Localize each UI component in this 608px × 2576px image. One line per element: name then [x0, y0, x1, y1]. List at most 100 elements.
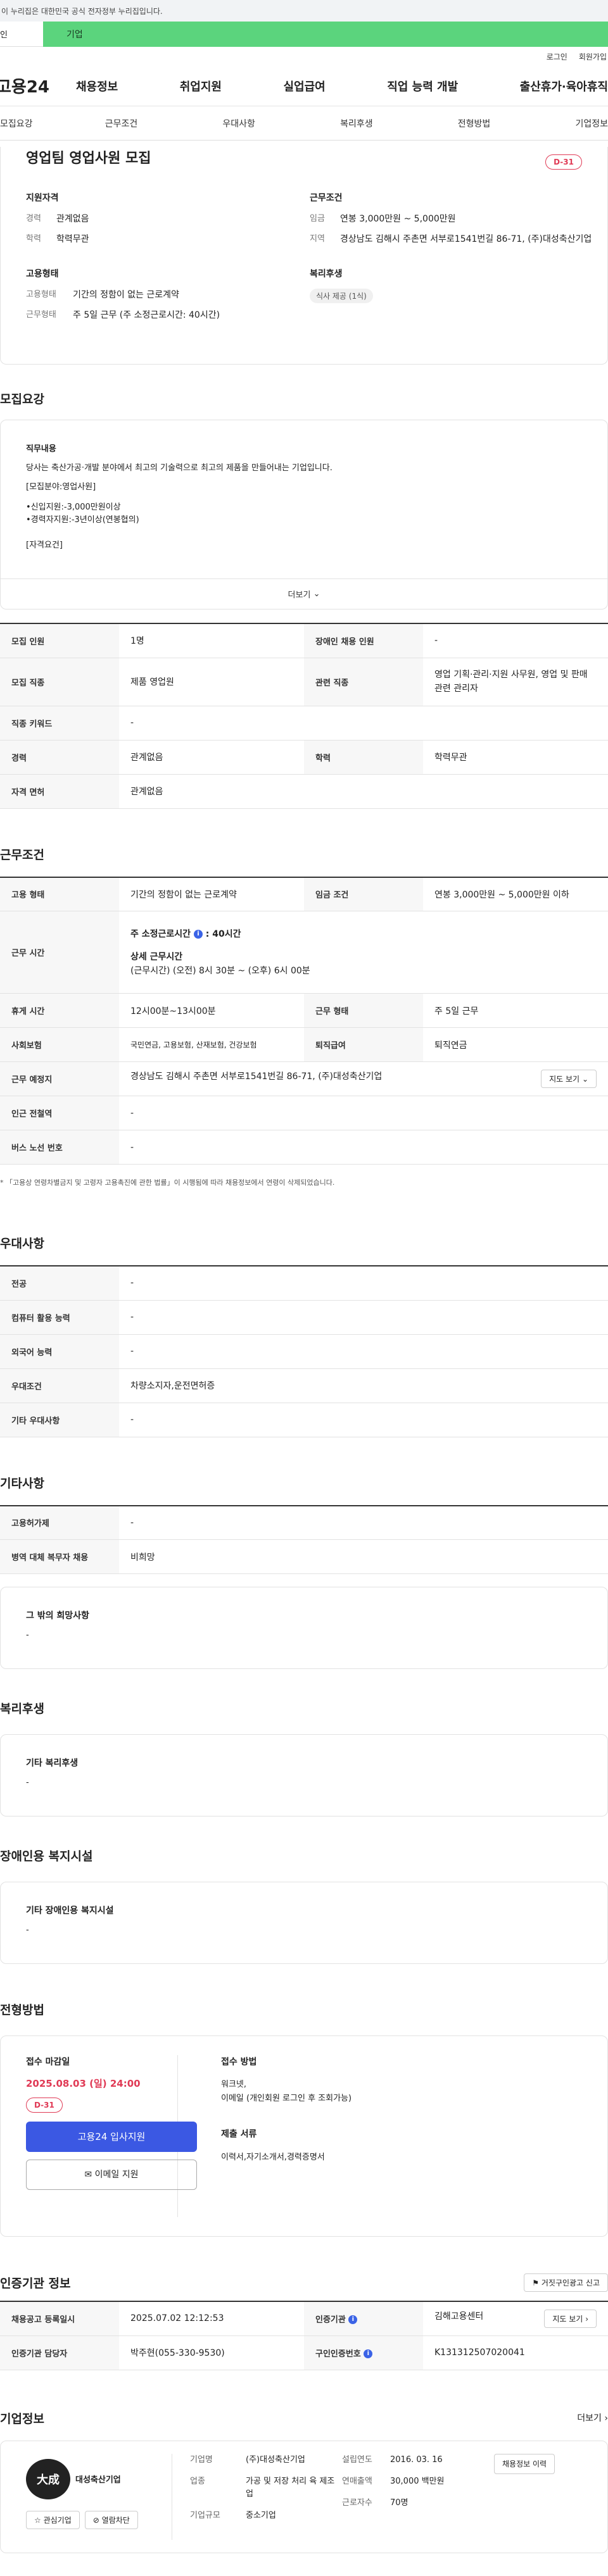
qual-value: 관계없음 — [56, 214, 89, 224]
email-apply-label: 이메일 지원 — [94, 2170, 139, 2180]
pref-table: 전공 - 컴퓨터 활용 능력 - 외국어 능력 - 우대조건 차량소지자,운전면허증 기… — [0, 1265, 608, 1437]
map-button[interactable]: 지도 보기 ⌄ — [541, 1070, 597, 1088]
table-row: 인증기관 담당자 박주현(055-330-9530) 구인인증번호 i K131312… — [0, 2335, 608, 2370]
welfare-box-value: - — [26, 1778, 29, 1787]
disabled-box: 기타 장애인용 복지시설 - — [0, 1882, 608, 1964]
table-row: 근무 시간 주 소정근로시간 i : 40시간 상세 근무시간 (근무시간) (… — [0, 911, 608, 994]
th: 근무 시간 — [0, 911, 119, 994]
duty-line: [자격요건] — [26, 541, 63, 550]
nav-employment-support[interactable]: 취업지원 — [180, 78, 222, 94]
anchor-welfare[interactable]: 복리후생 — [340, 117, 373, 130]
selection-box: 접수 마감일 2025.08.03 (일) 24:00 D-31 고용24 입사… — [0, 2035, 608, 2237]
qual-title: 지원자격 — [26, 193, 59, 203]
info-icon[interactable]: i — [364, 2349, 373, 2358]
td: 제품 영업원 — [119, 658, 304, 706]
star-icon: ☆ — [34, 2515, 41, 2525]
th: 인증기관 담당자 — [0, 2335, 119, 2370]
table-row: 컴퓨터 활용 능력 - — [0, 1300, 608, 1335]
company-value: (주)대성축산기업 — [246, 2454, 305, 2465]
company-card: 大成 대성축산기업 ☆ 관심기업 ⊘ 열람차단 기업명 (주)대성축산기업 업종 가… — [0, 2440, 608, 2553]
anchor-pref[interactable]: 우대사항 — [222, 117, 255, 130]
duty-line: •경력자지원:-3년이상(연봉협의) — [26, 515, 139, 525]
qual-label: 학력 — [26, 234, 41, 244]
favorite-button[interactable]: ☆ 관심기업 — [26, 2510, 80, 2529]
th: 휴게 시간 — [0, 993, 119, 1028]
table-row: 자격 면허 관계없음 — [0, 774, 608, 809]
td: 연봉 3,000만원 ~ 5,000만원 이하 — [423, 877, 608, 911]
apply-button[interactable]: 고용24 입사지원 — [26, 2122, 197, 2152]
th: 학력 — [304, 740, 423, 775]
work-table: 고용 형태 기간의 정함이 없는 근로계약 임금 조건 연봉 3,000만원 ~ 5,… — [0, 876, 608, 1165]
company-more-link[interactable]: 더보기 › — [577, 2411, 608, 2424]
duty-line: •신입지원:-3,000만원이상 — [26, 503, 121, 512]
table-row: 병역 대체 복무자 채용 비희망 — [0, 1539, 608, 1574]
anchor-selection[interactable]: 전형방법 — [458, 117, 491, 130]
td: 주 5일 근무 — [423, 993, 608, 1028]
block-label: 열람차단 — [101, 2515, 130, 2525]
info-icon[interactable]: i — [348, 2315, 358, 2325]
tab-personal[interactable]: 인 — [0, 22, 43, 47]
th: 버스 노선 번호 — [0, 1130, 119, 1165]
agency-header: 인증기관 정보 ⚑ 거짓구인광고 신고 — [0, 2273, 608, 2292]
company-key: 근로자수 — [342, 2498, 372, 2508]
td: 차량소지자,운전면허증 — [119, 1368, 608, 1403]
company-logo: 大成 대성축산기업 — [26, 2454, 172, 2504]
nav-jobs[interactable]: 채용정보 — [76, 78, 118, 94]
method-label: 접수 방법 — [221, 2057, 257, 2067]
agency-map-button[interactable]: 지도 보기 › — [544, 2309, 597, 2328]
anchor-company[interactable]: 기업정보 — [575, 117, 608, 130]
hire-history-button[interactable]: 채용정보 이력 — [494, 2453, 555, 2474]
site-logo[interactable]: 고용24 — [0, 74, 76, 97]
nav-unemployment[interactable]: 실업급여 — [284, 78, 326, 94]
company-key: 연매출액 — [342, 2476, 372, 2486]
duty-title: 직무내용 — [26, 444, 56, 454]
table-row: 전공 - — [0, 1266, 608, 1301]
td: 기간의 정함이 없는 근로계약 — [119, 877, 304, 911]
method-value: 워크넷, — [221, 2080, 247, 2089]
emp-label: 고용형태 — [26, 290, 56, 299]
email-apply-button[interactable]: ✉ 이메일 지원 — [26, 2160, 197, 2190]
nav-leave[interactable]: 출산휴가·육아휴직 — [520, 78, 608, 94]
td: - — [119, 1096, 608, 1130]
nav-training[interactable]: 직업 능력 개발 — [387, 78, 458, 94]
deadline-label: 접수 마감일 — [26, 2057, 70, 2067]
td: 12시00분~13시00분 — [119, 993, 304, 1028]
user-type-tabs: 인 기업 — [0, 22, 608, 47]
th: 구인인증번호 i — [304, 2335, 423, 2370]
td: 학력무관 — [423, 740, 608, 775]
td: 영업 기획·관리·지원 사무원, 영업 및 판매 관련 관리자 — [423, 658, 608, 706]
info-icon[interactable]: i — [193, 929, 203, 939]
age-note: * 「고용상 연령차별금지 및 고령자 고용촉진에 관한 법률」이 시행됨에 따… — [0, 1179, 335, 1187]
tab-company-label: 기업 — [66, 30, 83, 40]
place-cell: 경상남도 김해시 주촌면 서부로1541번길 86-71, (주)대성축산기업 지… — [119, 1061, 608, 1096]
table-row: 채용공고 등록일시 2025.07.02 12:12:53 인증기관 i 김해고용센터… — [0, 2301, 608, 2336]
chevron-right-icon: › — [585, 2314, 588, 2323]
td: - — [119, 1266, 608, 1301]
qual-value: 학력무관 — [56, 234, 89, 244]
join-link[interactable]: 회원가입 — [579, 51, 607, 62]
cond-value: 연봉 3,000만원 ~ 5,000만원 — [340, 214, 456, 224]
anchor-work[interactable]: 근무조건 — [105, 117, 138, 130]
th: 인근 전철역 — [0, 1096, 119, 1130]
table-row: 고용 형태 기간의 정함이 없는 근로계약 임금 조건 연봉 3,000만원 ~ 5,… — [0, 877, 608, 911]
td: - — [423, 623, 608, 658]
login-link[interactable]: 로그인 — [547, 51, 567, 62]
td: - — [119, 1505, 608, 1540]
block-button[interactable]: ⊘ 열람차단 — [84, 2510, 138, 2529]
th: 관련 직종 — [304, 658, 423, 706]
th: 임금 조건 — [304, 877, 423, 911]
more-button[interactable]: 더보기 ⌄ — [1, 578, 607, 609]
th: 컴퓨터 활용 능력 — [0, 1300, 119, 1335]
welfare-chip: 식사 제공 (1식) — [310, 289, 373, 303]
report-button[interactable]: ⚑ 거짓구인광고 신고 — [524, 2273, 608, 2292]
tab-company[interactable]: 기업 — [43, 22, 608, 47]
time-value: 40시간 — [212, 928, 241, 939]
table-row: 고용허가제 - — [0, 1505, 608, 1540]
main-nav: 고용24 채용정보 취업지원 실업급여 직업 능력 개발 출산휴가·육아휴직 — [0, 66, 608, 106]
etc-table: 고용허가제 - 병역 대체 복무자 채용 비희망 — [0, 1504, 608, 1574]
company-title: 기업정보 — [0, 2411, 44, 2426]
th: 모집 직종 — [0, 658, 119, 706]
emp-value: 주 5일 근무 (주 소정근로시간: 40시간) — [73, 310, 220, 320]
etc-wish-title: 그 밖의 희망사항 — [26, 1611, 89, 1621]
anchor-recruit[interactable]: 모집요강 — [0, 117, 33, 130]
